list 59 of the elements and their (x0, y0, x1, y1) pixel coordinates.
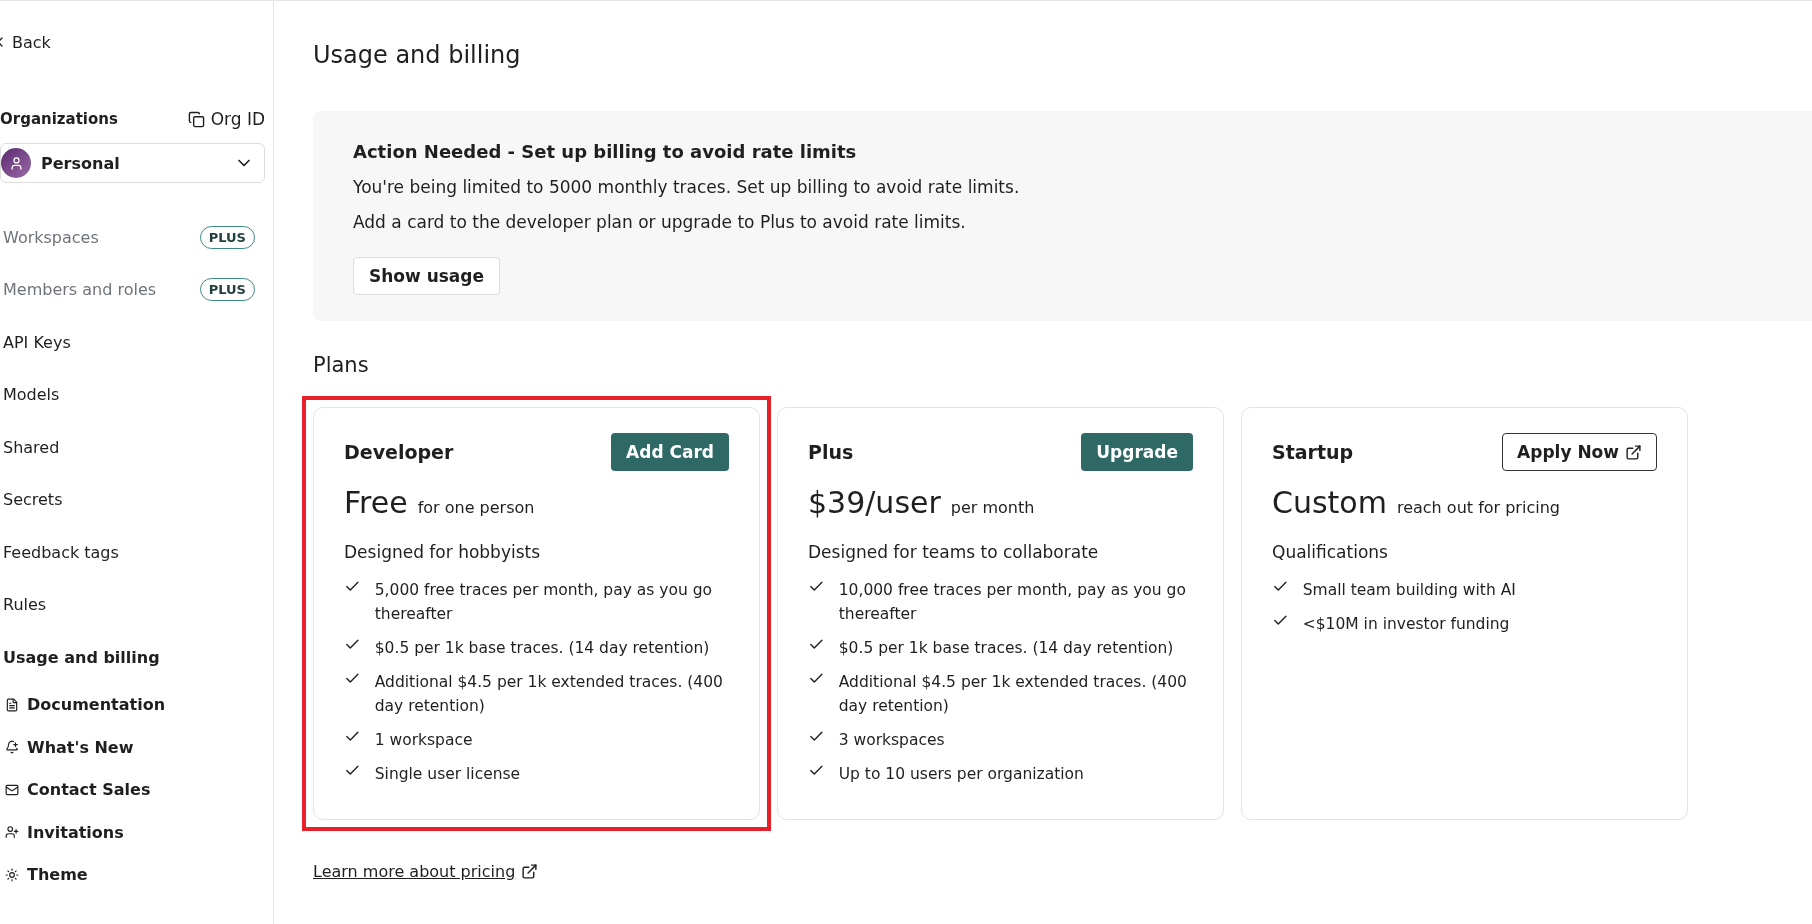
sidebar-link[interactable]: What's New (0, 726, 265, 769)
alert-text: You're being limited to 5000 monthly traces. Set up billing to avoid rate limits. (353, 177, 1020, 197)
feature-text: Additional $4.5 per 1k extended traces. (400 day retention) (374, 672, 724, 717)
organizations-label: Organizations (0, 110, 118, 128)
feature-text: Additional $4.5 per 1k extended traces. (400 day retention) (838, 672, 1188, 717)
feature-text: 1 workspace (374, 730, 474, 751)
sidebar-item[interactable]: Usage and billing (0, 631, 265, 684)
feature-text: Single user license (374, 764, 522, 785)
feature-text: <$10M in investor funding (1302, 614, 1511, 635)
document-icon (5, 697, 19, 712)
bell-icon (5, 740, 19, 755)
plans-heading: Plans (313, 353, 370, 377)
plan-button[interactable]: Apply Now (1502, 433, 1657, 471)
sidebar-link[interactable]: Contact Sales (0, 768, 265, 811)
plan-button[interactable]: Add Card (611, 433, 729, 471)
external-link-icon (521, 863, 539, 880)
organization-select[interactable]: Personal (0, 143, 265, 183)
sun-icon (5, 867, 19, 882)
sidebar-item[interactable]: Feedback tags (0, 526, 265, 579)
sidebar-item[interactable]: Models (0, 368, 265, 421)
page-title: Usage and billing (313, 41, 522, 69)
feature-text: 3 workspaces (838, 730, 946, 751)
price-note: for one person (417, 498, 535, 517)
plan-subtitle: Qualifications (1272, 542, 1389, 562)
plan-button[interactable]: Upgrade (1081, 433, 1193, 471)
sidebar-link[interactable]: Theme (0, 853, 265, 896)
feature-text: 5,000 free traces per month, pay as you go thereafter (374, 580, 714, 625)
sidebar-item[interactable]: API Keys (0, 316, 265, 369)
sidebar-item[interactable]: Shared (0, 421, 265, 474)
feature-text: Up to 10 users per organization (838, 764, 1085, 785)
external-link-icon (1625, 443, 1642, 461)
alert-title: Action Needed - Set up billing to avoid rate limits (353, 141, 857, 162)
alert-text: Add a card to the developer plan or upgrade to Plus to avoid rate limits. (353, 212, 966, 232)
back-link[interactable]: Back (0, 27, 265, 57)
copy-icon (187, 110, 205, 128)
plan-subtitle: Designed for hobbyists (344, 542, 542, 562)
sidebar-link[interactable]: Invitations (0, 811, 265, 854)
price-note: reach out for pricing (1396, 498, 1560, 517)
org-id-button[interactable]: Org ID (187, 109, 265, 129)
sidebar-item[interactable]: Rules (0, 578, 265, 631)
feature-text: $0.5 per 1k base traces. (14 day retention) (374, 638, 711, 659)
plan-name: Developer (344, 441, 454, 463)
plan-price: Free (344, 485, 408, 520)
price-note: per month (950, 498, 1035, 517)
sidebar-link[interactable]: Documentation (0, 683, 265, 726)
user-plus-icon (5, 825, 19, 840)
feature-text: $0.5 per 1k base traces. (14 day retention) (838, 638, 1175, 659)
plan-name: Startup (1272, 441, 1354, 463)
mail-icon (5, 782, 19, 797)
plan-name: Plus (808, 441, 854, 463)
plan-price: $39/user (808, 485, 941, 520)
feature-text: 10,000 free traces per month, pay as you go thereafter (838, 580, 1187, 625)
show-usage-button[interactable]: Show usage (353, 257, 501, 295)
pricing-link[interactable]: Learn more about pricing (313, 862, 539, 881)
sidebar-item[interactable]: Secrets (0, 473, 265, 526)
feature-text: Small team building with AI (1302, 580, 1517, 601)
plan-price: Custom (1272, 485, 1387, 520)
avatar-icon (1, 148, 31, 178)
plan-subtitle: Designed for teams to collaborate (808, 542, 1100, 562)
